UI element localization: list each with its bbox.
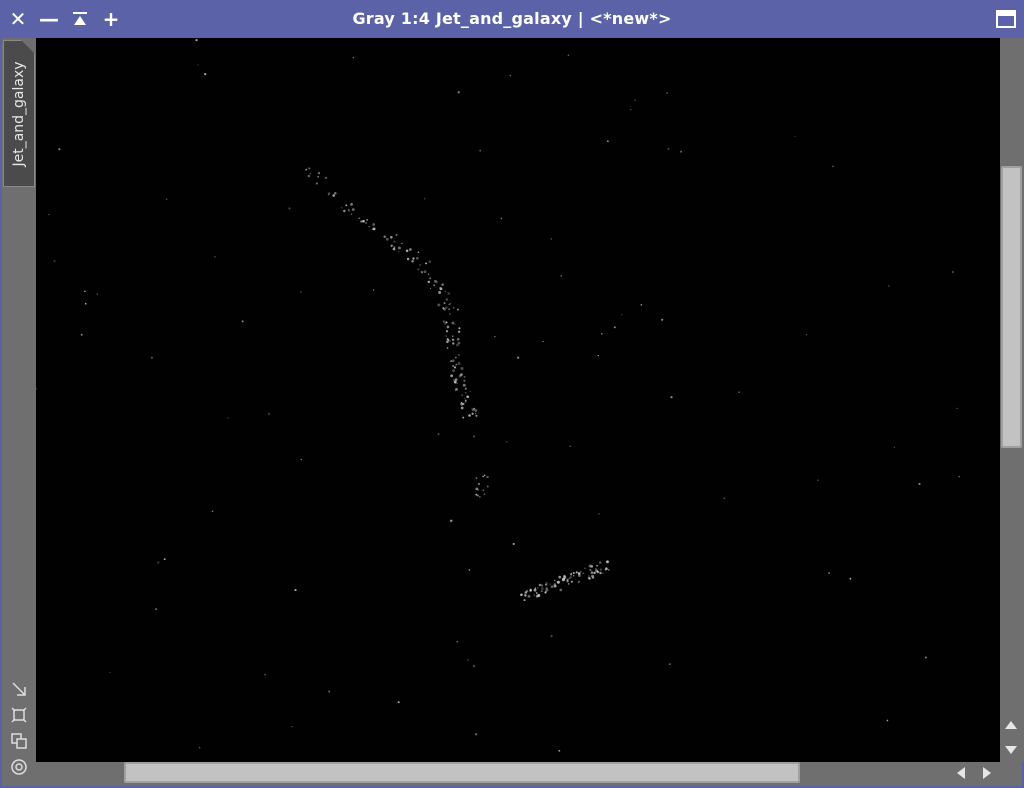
- title-bar[interactable]: ✕ — + Gray 1:4 Jet_and_galaxy | <*new*>: [0, 0, 1024, 38]
- fit-view-icon[interactable]: [10, 706, 28, 724]
- view-tab-label: Jet_and_galaxy: [11, 60, 27, 167]
- zoom-to-fit-icon[interactable]: [10, 680, 28, 698]
- astro-image: [36, 39, 960, 752]
- horizontal-scroll-thumb[interactable]: [124, 762, 800, 783]
- scroll-left-icon[interactable]: [955, 765, 967, 784]
- scroll-up-icon[interactable]: [1004, 716, 1018, 735]
- window-title: Gray 1:4 Jet_and_galaxy | <*new*>: [352, 9, 672, 28]
- scroll-down-icon[interactable]: [1004, 741, 1018, 760]
- scroll-right-icon[interactable]: [981, 765, 993, 784]
- target-icon[interactable]: [10, 758, 28, 776]
- maximize-icon[interactable]: [996, 10, 1016, 28]
- clone-view-icon[interactable]: [10, 732, 28, 750]
- view-tab[interactable]: Jet_and_galaxy: [3, 40, 35, 187]
- vertical-scroll-thumb[interactable]: [1001, 166, 1022, 448]
- image-viewport[interactable]: [36, 38, 1000, 762]
